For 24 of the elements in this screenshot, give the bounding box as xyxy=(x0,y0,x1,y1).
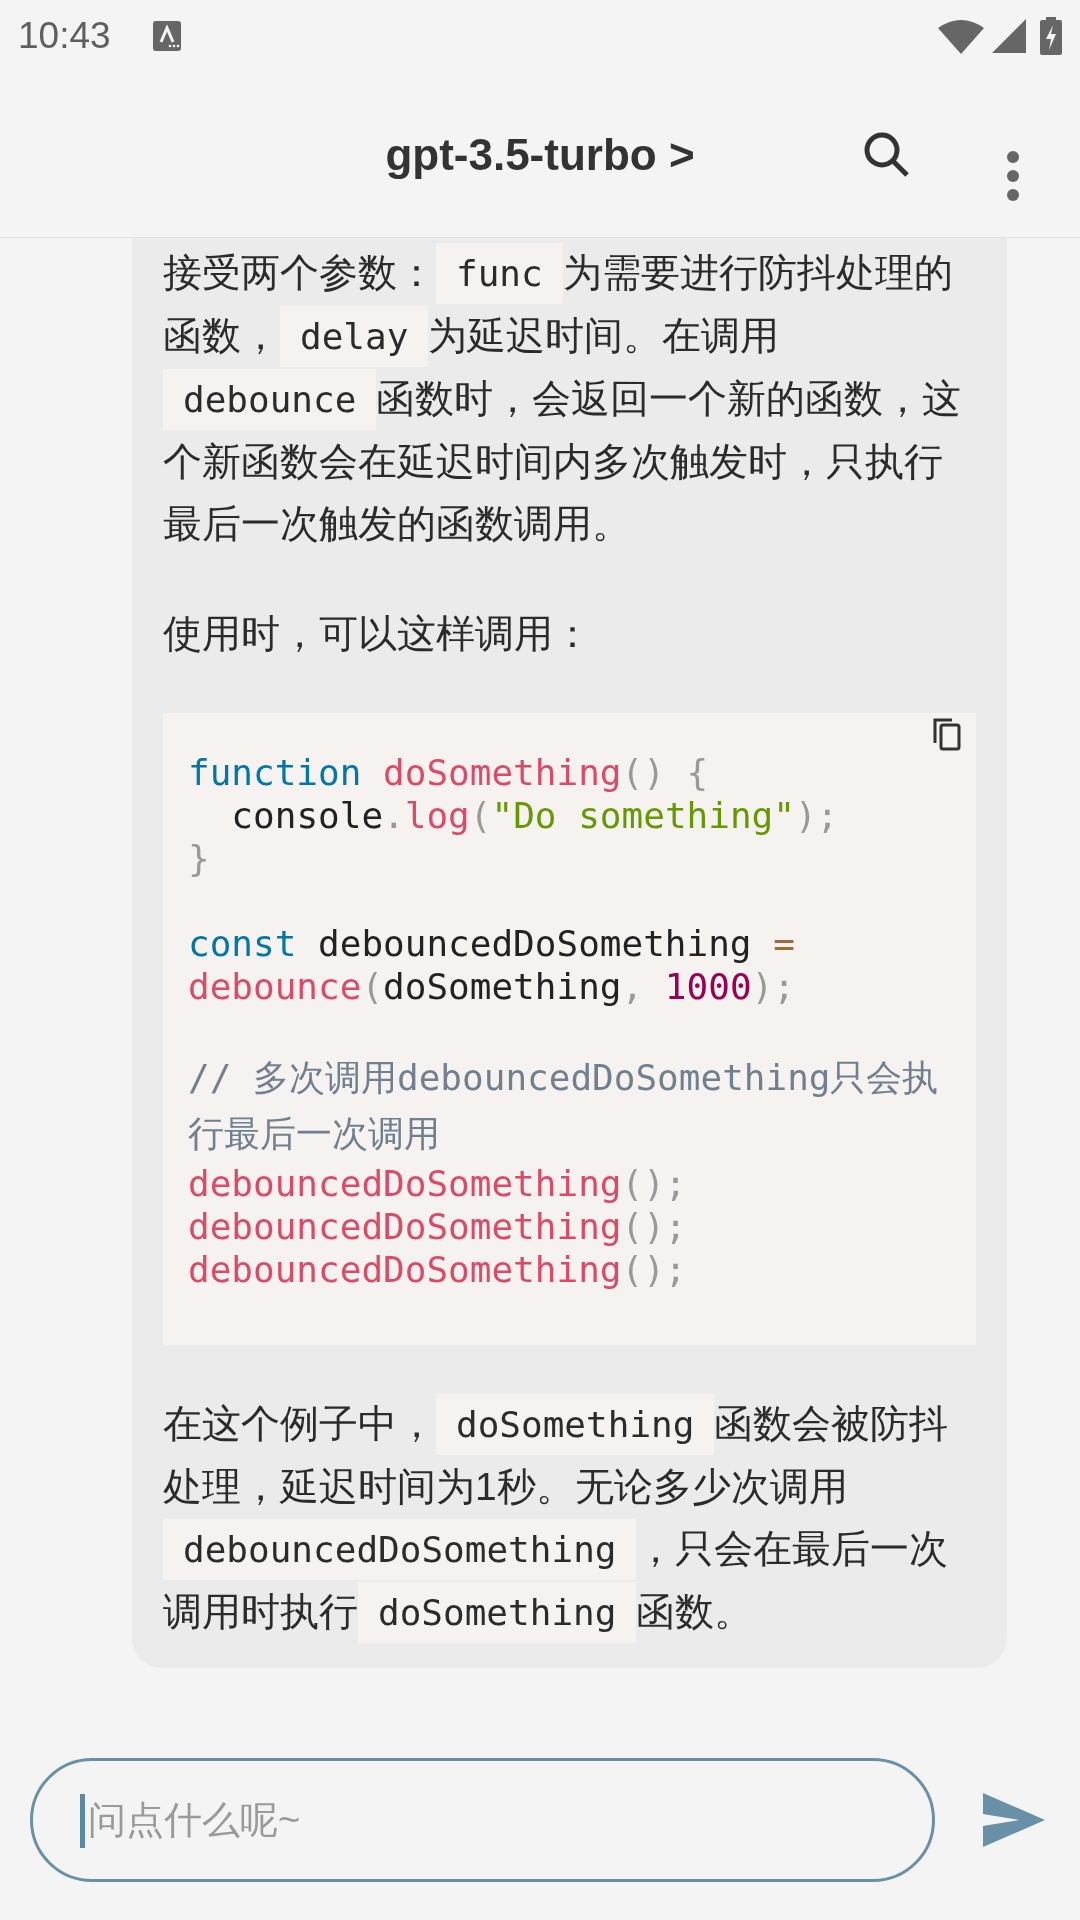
wifi-icon xyxy=(938,18,984,54)
message-paragraph: 接受两个参数： func 为需要进行防抖处理的函数， delay 为延迟时间。在调用 debounce 函数时，会返回一个新的函数，这个新函数会在延迟时间内多次触发时，只执行最后一次触发的函数调用。 xyxy=(163,242,976,555)
model-title[interactable]: gpt-3.5-turbo > xyxy=(385,121,695,188)
message-paragraph: 在这个例子中， doSomething 函数会被防抖处理，延迟时间为1秒。无论多少次调用 debouncedDoSomething ，只会在最后一次调用时执行 doSomething 函数。 xyxy=(163,1393,976,1644)
message-paragraph: 使用时，可以这样调用： xyxy=(163,611,593,657)
send-icon[interactable] xyxy=(983,1793,1045,1847)
signal-icon xyxy=(992,19,1026,53)
code-line: console.log("Do something"); xyxy=(230,794,840,837)
text-cursor xyxy=(80,1794,85,1848)
code-line: function doSomething() { xyxy=(188,751,710,794)
more-options-icon[interactable] xyxy=(1005,150,1021,202)
code-line: } xyxy=(188,837,211,880)
message-input[interactable]: 问点什么呢~ xyxy=(30,1758,935,1882)
copy-icon[interactable] xyxy=(932,717,962,751)
search-icon[interactable] xyxy=(862,130,910,178)
battery-charging-icon xyxy=(1040,17,1062,55)
code-line: // 多次调用debouncedDoSomething只会执行最后一次调用 xyxy=(188,1056,940,1156)
status-time: 10:43 xyxy=(18,14,111,59)
code-line: debounce(doSomething, 1000); xyxy=(188,965,796,1008)
code-line: debouncedDoSomething(); xyxy=(188,1248,688,1291)
code-line: debouncedDoSomething(); xyxy=(188,1205,688,1248)
notification-icon xyxy=(152,21,181,51)
code-line: debouncedDoSomething(); xyxy=(188,1162,688,1205)
code-line: const debouncedDoSomething = xyxy=(188,922,796,965)
